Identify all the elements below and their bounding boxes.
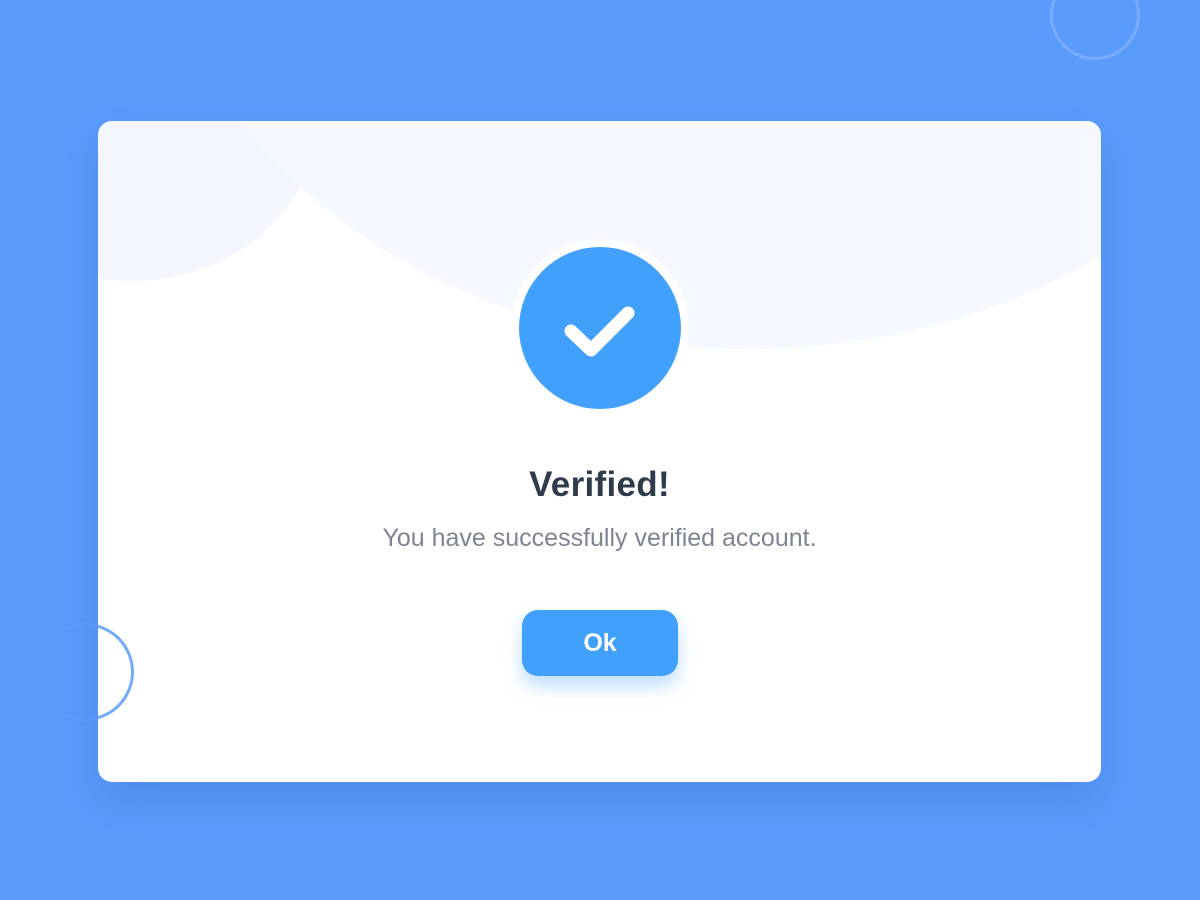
verification-dialog: Verified! You have successfully verified… xyxy=(98,121,1101,782)
decorative-ring-top xyxy=(1050,0,1140,60)
decorative-ring-left xyxy=(36,623,134,721)
dialog-message: You have successfully verified account. xyxy=(382,524,817,552)
check-icon xyxy=(564,306,635,357)
dialog-title: Verified! xyxy=(529,465,670,504)
ok-button[interactable]: Ok xyxy=(522,610,678,676)
check-badge xyxy=(519,247,681,409)
